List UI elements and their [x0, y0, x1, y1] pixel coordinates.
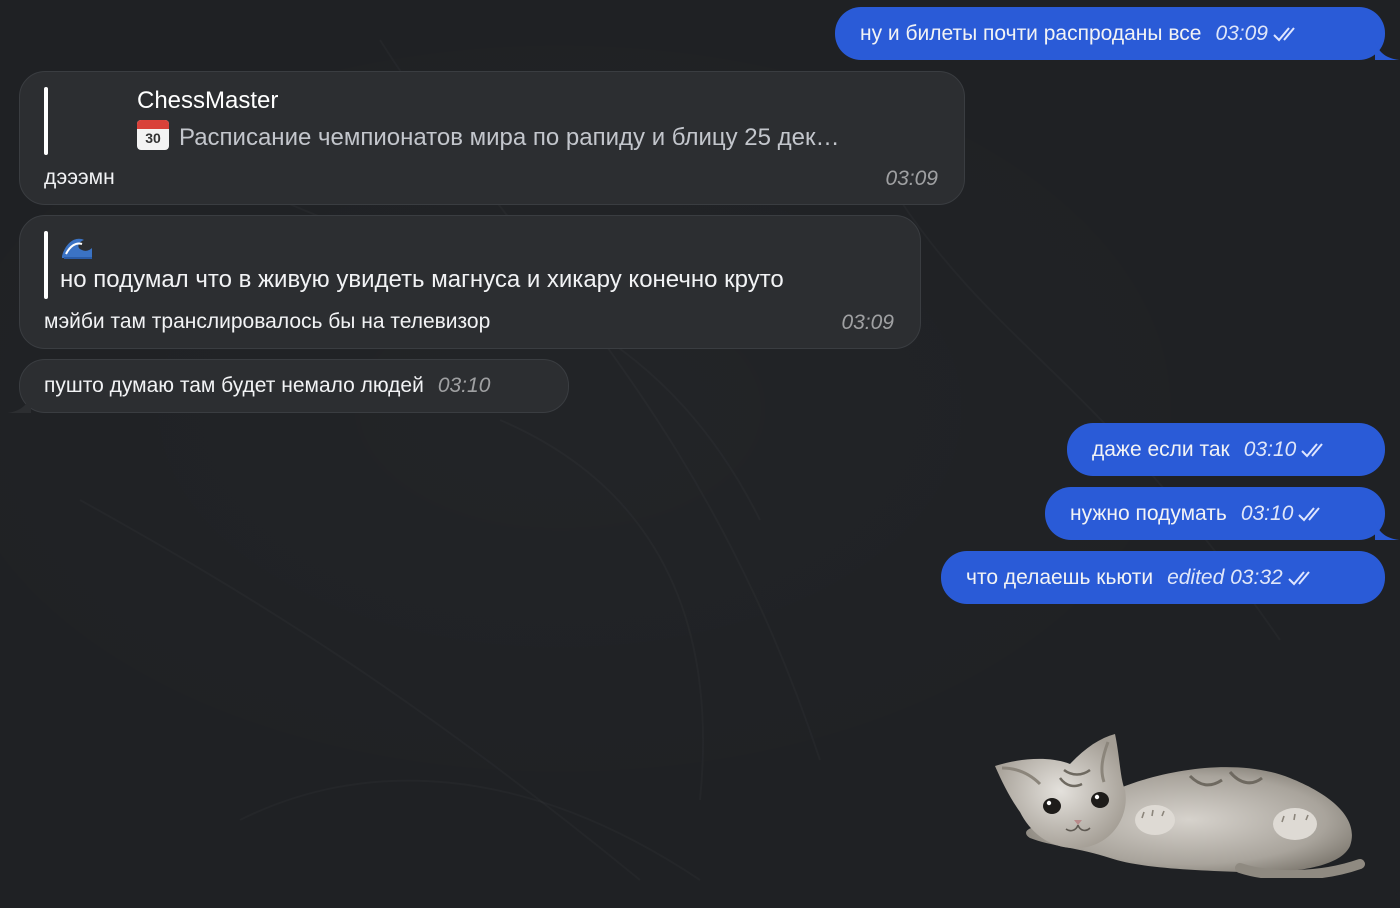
double-check-icon	[1273, 26, 1295, 41]
reply-indicator	[44, 87, 48, 155]
message-text: что делаешь кьюти	[966, 565, 1154, 589]
message-text: мэйби там транслировалось бы на телевизо…	[44, 310, 491, 333]
reply-preview[interactable]: но подумал что в живую увидеть магнуса и…	[60, 234, 910, 293]
double-check-icon	[1298, 506, 1321, 521]
kitten-sticker[interactable]	[990, 728, 1370, 878]
message-time: 03:09	[841, 311, 894, 334]
message-time: 03:10	[437, 374, 491, 397]
message-time: 03:09	[885, 167, 938, 190]
outgoing-message[interactable]: даже если так 03:10	[1067, 423, 1385, 476]
bubble-tail	[1375, 42, 1399, 60]
message-time: 03:10	[1243, 437, 1297, 461]
message-text: нужно подумать	[1070, 501, 1227, 525]
wave-icon	[62, 238, 92, 259]
message-text: дэээмн	[44, 166, 115, 189]
double-check-icon	[1287, 570, 1310, 585]
incoming-message[interactable]: но подумал что в живую увидеть магнуса и…	[19, 215, 921, 349]
reply-indicator	[44, 231, 48, 299]
outgoing-message[interactable]: что делаешь кьюти edited 03:32	[941, 551, 1385, 604]
double-check-icon	[1301, 442, 1324, 457]
incoming-message[interactable]: ChessMaster 30 Расписание чемпионатов ми…	[19, 71, 965, 205]
reply-text: Расписание чемпионатов мира по рапиду и …	[179, 124, 840, 151]
bubble-tail	[1375, 522, 1399, 540]
message-time: edited 03:32	[1167, 565, 1283, 589]
reply-author: ChessMaster	[137, 87, 279, 114]
message-text: ну и билеты почти распроданы все	[860, 21, 1202, 45]
message-time: 03:10	[1240, 501, 1294, 525]
message-text: даже если так	[1092, 437, 1230, 461]
chat-area[interactable]: ну и билеты почти распроданы все 03:09 C…	[0, 0, 1400, 908]
reply-text: но подумал что в живую увидеть магнуса и…	[60, 267, 784, 293]
reply-preview[interactable]: ChessMaster 30 Расписание чемпионатов ми…	[137, 88, 942, 151]
calendar-icon: 30	[137, 120, 169, 150]
outgoing-message[interactable]: нужно подумать 03:10	[1045, 487, 1399, 540]
incoming-message[interactable]: пушто думаю там будет немало людей 03:10	[7, 359, 569, 413]
outgoing-message[interactable]: ну и билеты почти распроданы все 03:09	[835, 7, 1399, 60]
bubble-tail	[7, 395, 31, 413]
message-text: пушто думаю там будет немало людей	[44, 374, 424, 397]
message-time: 03:09	[1215, 21, 1268, 45]
